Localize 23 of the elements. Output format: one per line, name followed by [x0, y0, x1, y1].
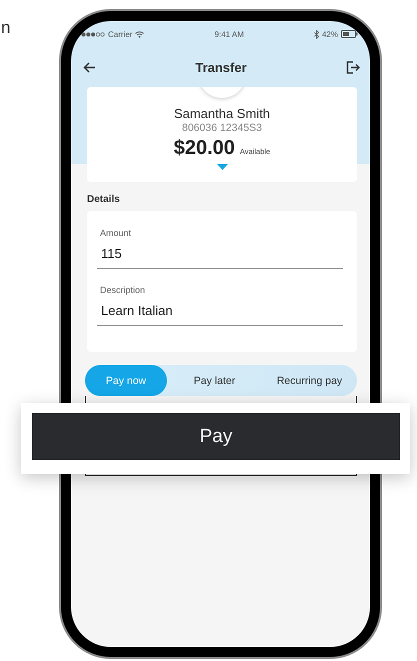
balance-amount: $20.00	[174, 137, 235, 160]
payment-option-tab[interactable]: Recurring pay	[262, 365, 357, 396]
section-heading: Details	[87, 194, 121, 205]
wifi-icon	[135, 30, 144, 38]
battery-percent: 42%	[322, 30, 338, 38]
payment-option-tab[interactable]: Pay later	[167, 365, 262, 396]
battery-icon	[340, 30, 358, 38]
field-label: Description	[100, 285, 146, 295]
logout-icon[interactable]	[346, 60, 360, 74]
caret-icon[interactable]	[216, 164, 228, 170]
carrier-label: Carrier	[108, 30, 132, 38]
input-field[interactable]: Learn Italian	[97, 298, 343, 326]
back-arrow-icon[interactable]	[83, 62, 96, 72]
pay-button[interactable]: Pay	[32, 413, 400, 460]
signal-dots-icon	[81, 32, 105, 36]
input-field[interactable]: 115	[97, 241, 343, 269]
cut-off-text: n	[1, 18, 10, 37]
status-time: 9:41 AM	[214, 30, 244, 38]
field-label: Amount	[100, 228, 132, 238]
screen-title: Transfer	[195, 60, 247, 74]
account-number: 806036 12345S3	[182, 122, 262, 134]
bluetooth-icon	[314, 30, 319, 38]
recipient-name: Samantha Smith	[174, 106, 270, 121]
